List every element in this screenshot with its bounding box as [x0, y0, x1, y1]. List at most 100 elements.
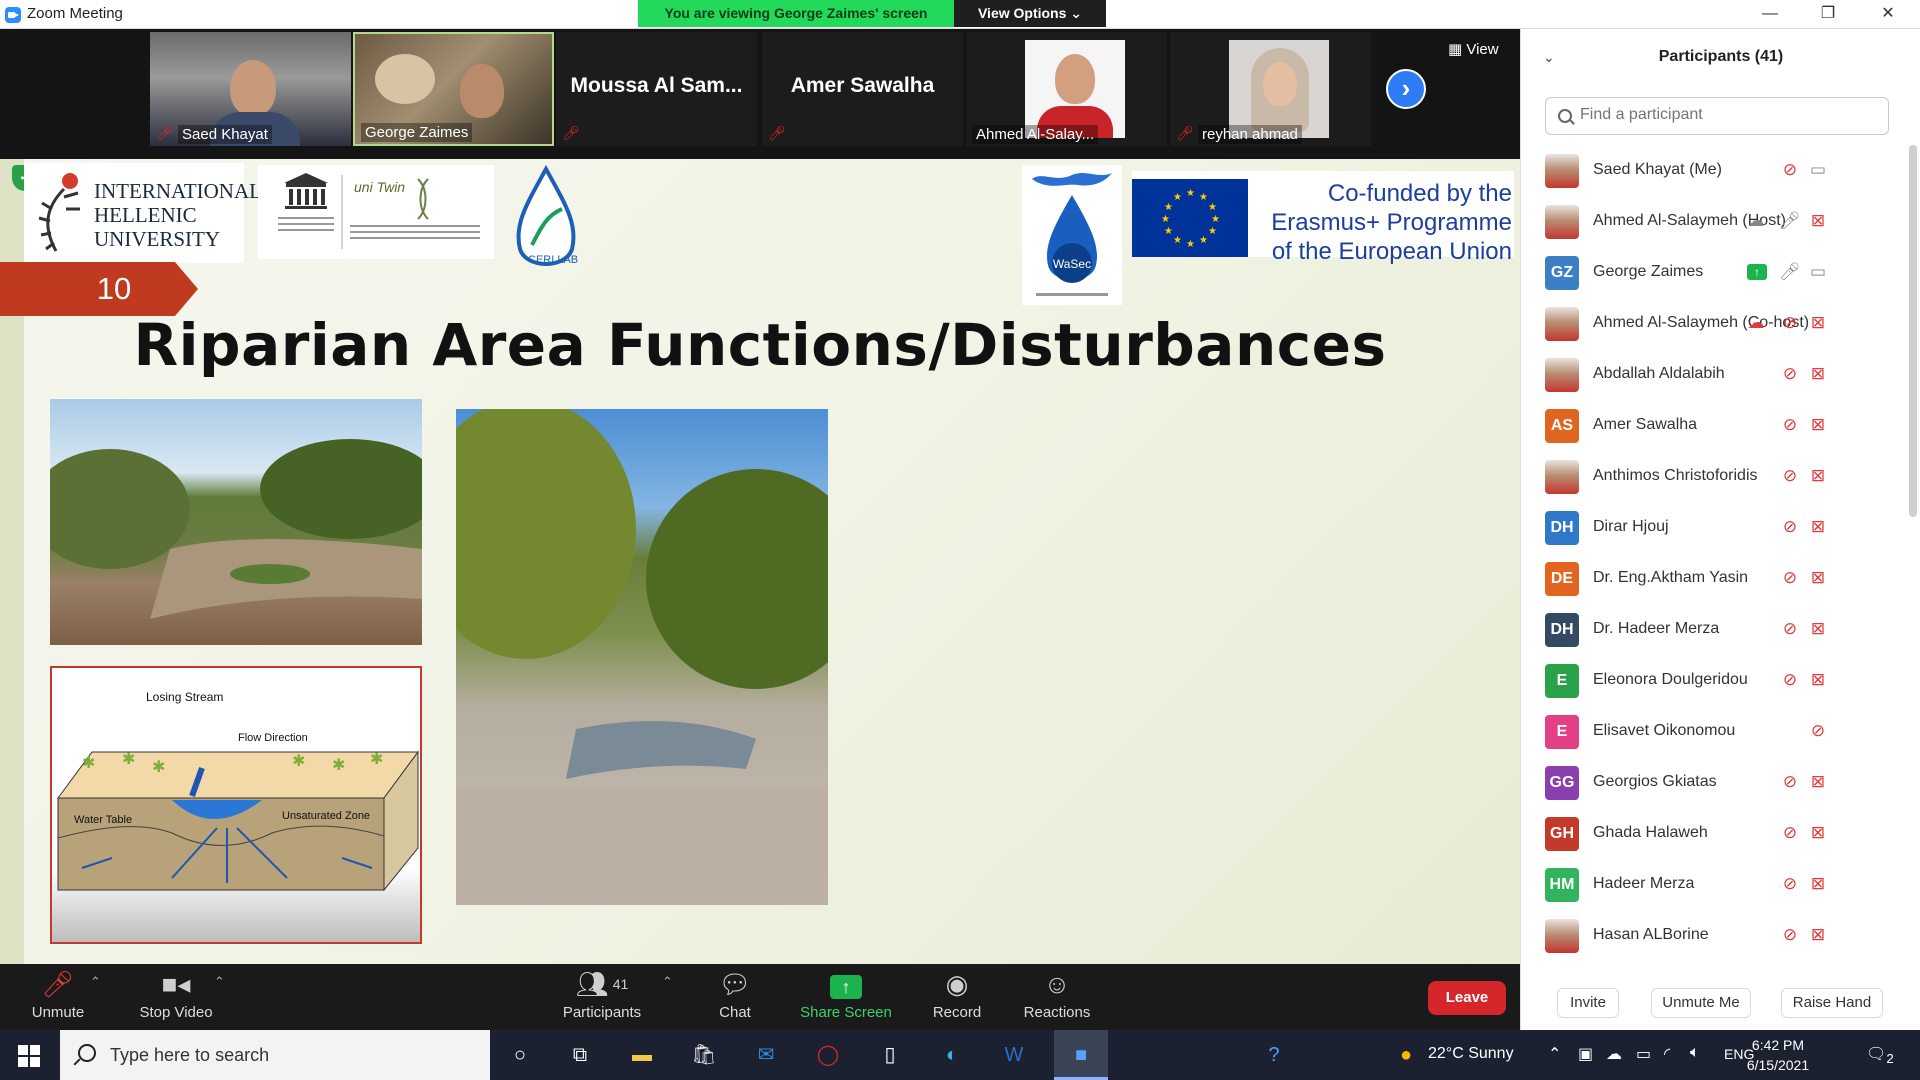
taskbar-search[interactable]: Type here to search	[60, 1030, 490, 1080]
video-off-icon[interactable]: ⊠	[1807, 669, 1829, 691]
store-icon[interactable]: 🛍︎	[688, 1039, 720, 1071]
unmute-me-button[interactable]: Unmute Me	[1651, 988, 1751, 1018]
participant-row[interactable]: AS Amer Sawalha ⊘ ⊠	[1521, 400, 1901, 451]
unmute-button[interactable]: 🎤︎ Unmute	[18, 968, 98, 1021]
file-explorer-icon[interactable]: ▬	[626, 1039, 658, 1071]
close-icon[interactable]: ✕	[1862, 0, 1914, 29]
help-icon[interactable]: ?	[1258, 1039, 1290, 1071]
video-off-icon[interactable]: ⊠	[1807, 210, 1829, 232]
participant-row[interactable]: GH Ghada Halaweh ⊘ ⊠	[1521, 808, 1901, 859]
participant-row[interactable]: Abdallah Aldalabih ⊘ ⊠	[1521, 349, 1901, 400]
participant-row[interactable]: Hasan ALBorine ⊘ ⊠	[1521, 910, 1901, 961]
video-camera-icon[interactable]: ▭	[1807, 159, 1829, 181]
video-off-icon[interactable]: ⊠	[1807, 822, 1829, 844]
muted-mic-icon[interactable]: ⊘	[1779, 567, 1801, 589]
muted-mic-icon[interactable]: ⊘	[1779, 618, 1801, 640]
muted-mic-icon[interactable]: ⊘	[1779, 363, 1801, 385]
muted-mic-icon[interactable]: ⊘	[1779, 159, 1801, 181]
word-icon[interactable]: W	[998, 1039, 1030, 1071]
video-tile-saed[interactable]: 🎤︎ Saed Khayat	[150, 32, 351, 146]
participant-row[interactable]: GG Georgios Gkiatas ⊘ ⊠	[1521, 757, 1901, 808]
muted-mic-icon[interactable]: ⊘	[1779, 414, 1801, 436]
participant-name: Georgios Gkiatas	[1593, 773, 1717, 790]
windows-start-icon[interactable]	[18, 1045, 40, 1067]
view-button[interactable]: ▦ View	[1448, 40, 1499, 58]
task-view-icon[interactable]: ⧉	[564, 1039, 596, 1071]
participant-row[interactable]: E Elisavet Oikonomou ⊘	[1521, 706, 1901, 757]
document-icon[interactable]: ▯	[874, 1039, 906, 1071]
video-off-icon[interactable]: ⊠	[1807, 414, 1829, 436]
wifi-icon[interactable]: ◜	[1664, 1044, 1670, 1064]
video-off-icon[interactable]: ⊠	[1807, 924, 1829, 946]
raise-hand-button[interactable]: Raise Hand	[1781, 988, 1883, 1018]
audio-options-caret-icon[interactable]: ⌃	[90, 974, 101, 990]
video-tile-george[interactable]: George Zaimes	[353, 32, 554, 146]
video-off-icon[interactable]: ⊠	[1807, 771, 1829, 793]
participant-row[interactable]: Ahmed Al-Salaymeh (Co-host) ☁ ⊘ ⊠	[1521, 298, 1901, 349]
video-off-icon[interactable]: ⊠	[1807, 363, 1829, 385]
participant-list-scrollbar[interactable]	[1909, 145, 1917, 517]
participant-row[interactable]: Anthimos Christoforidis ⊘ ⊠	[1521, 451, 1901, 502]
participant-row[interactable]: E Eleonora Doulgeridou ⊘ ⊠	[1521, 655, 1901, 706]
video-off-icon[interactable]: ⊠	[1807, 465, 1829, 487]
muted-mic-icon[interactable]: ⊘	[1807, 720, 1829, 742]
video-tile-ahmed[interactable]: Ahmed Al-Salay...	[966, 32, 1167, 146]
video-options-caret-icon[interactable]: ⌃	[214, 974, 225, 990]
taskbar-clock[interactable]: 6:42 PM 6/15/2021	[1732, 1035, 1824, 1075]
chat-button[interactable]: 💬︎ Chat	[700, 968, 770, 1021]
mail-icon[interactable]: ✉	[750, 1039, 782, 1071]
participant-search-input[interactable]	[1580, 106, 1880, 124]
opera-icon[interactable]: ◯	[812, 1039, 844, 1071]
cortana-icon[interactable]: ○	[504, 1039, 536, 1071]
muted-mic-icon[interactable]: ⊘	[1779, 516, 1801, 538]
participant-row[interactable]: HM Hadeer Merza ⊘ ⊠	[1521, 859, 1901, 910]
participant-row[interactable]: DH Dr. Hadeer Merza ⊘ ⊠	[1521, 604, 1901, 655]
record-button[interactable]: ◉ Record	[922, 968, 992, 1021]
minimize-icon[interactable]: —	[1744, 0, 1796, 29]
participant-row[interactable]: GZ George Zaimes ↑ 🎤︎ ▭	[1521, 247, 1901, 298]
volume-icon[interactable]: 🔈︎	[1690, 1044, 1700, 1062]
muted-mic-icon[interactable]: ⊘	[1779, 873, 1801, 895]
gallery-next-button[interactable]: ›	[1386, 69, 1426, 109]
weather-text[interactable]: 22°C Sunny	[1428, 1045, 1514, 1063]
participant-row[interactable]: DE Dr. Eng.Aktham Yasin ⊘ ⊠	[1521, 553, 1901, 604]
video-off-icon[interactable]: ⊠	[1807, 567, 1829, 589]
leave-button[interactable]: Leave	[1428, 981, 1506, 1015]
muted-mic-icon[interactable]: ⊘	[1779, 312, 1801, 334]
view-options-button[interactable]: View Options ⌄	[954, 0, 1106, 27]
restore-icon[interactable]: ❐	[1802, 0, 1854, 29]
muted-mic-icon[interactable]: ⊘	[1779, 465, 1801, 487]
participant-row[interactable]: Ahmed Al-Salaymeh (Host) ☁ 🎤︎ ⊠	[1521, 196, 1901, 247]
tray-chevron-icon[interactable]: ⌃	[1548, 1044, 1561, 1064]
muted-mic-icon[interactable]: ⊘	[1779, 822, 1801, 844]
video-tile-moussa[interactable]: Moussa Al Sam... 🎤︎	[556, 32, 757, 146]
edge-icon[interactable]: ◐	[936, 1039, 968, 1071]
participant-row[interactable]: Saed Khayat (Me) ⊘ ▭	[1521, 145, 1901, 196]
video-tile-reyhan[interactable]: 🎤︎ reyhan ahmad	[1170, 32, 1371, 146]
notifications-icon[interactable]: 🗨︎2	[1866, 1044, 1894, 1066]
participant-search[interactable]	[1545, 97, 1889, 135]
video-off-icon[interactable]: ⊠	[1807, 312, 1829, 334]
mic-icon[interactable]: 🎤︎	[1779, 261, 1801, 283]
mic-icon[interactable]: 🎤︎	[1779, 210, 1801, 232]
video-tile-amer[interactable]: Amer Sawalha 🎤︎	[762, 32, 963, 146]
participant-row[interactable]: DH Dirar Hjouj ⊘ ⊠	[1521, 502, 1901, 553]
video-off-icon[interactable]: ⊠	[1807, 873, 1829, 895]
muted-mic-icon[interactable]: ⊘	[1779, 771, 1801, 793]
device-icon[interactable]: ▣	[1578, 1044, 1593, 1064]
video-off-icon[interactable]: ⊠	[1807, 516, 1829, 538]
share-screen-button[interactable]: ↑ Share Screen	[794, 968, 898, 1021]
stop-video-button[interactable]: ■◂ Stop Video	[128, 968, 224, 1021]
onedrive-icon[interactable]: ☁	[1606, 1044, 1622, 1064]
zoom-taskbar-item[interactable]: ■	[1054, 1030, 1108, 1080]
video-off-icon[interactable]: ⊠	[1807, 618, 1829, 640]
participants-caret-icon[interactable]: ⌃	[662, 974, 673, 990]
invite-button[interactable]: Invite	[1557, 988, 1619, 1018]
muted-mic-icon[interactable]: ⊘	[1779, 924, 1801, 946]
svg-text:✱: ✱	[152, 759, 165, 776]
video-camera-icon[interactable]: ▭	[1807, 261, 1829, 283]
battery-icon[interactable]: ▭	[1636, 1044, 1651, 1064]
participants-button[interactable]: 👥︎ 41 Participants	[556, 968, 648, 1021]
reactions-button[interactable]: ☺ Reactions	[1014, 968, 1100, 1021]
muted-mic-icon[interactable]: ⊘	[1779, 669, 1801, 691]
